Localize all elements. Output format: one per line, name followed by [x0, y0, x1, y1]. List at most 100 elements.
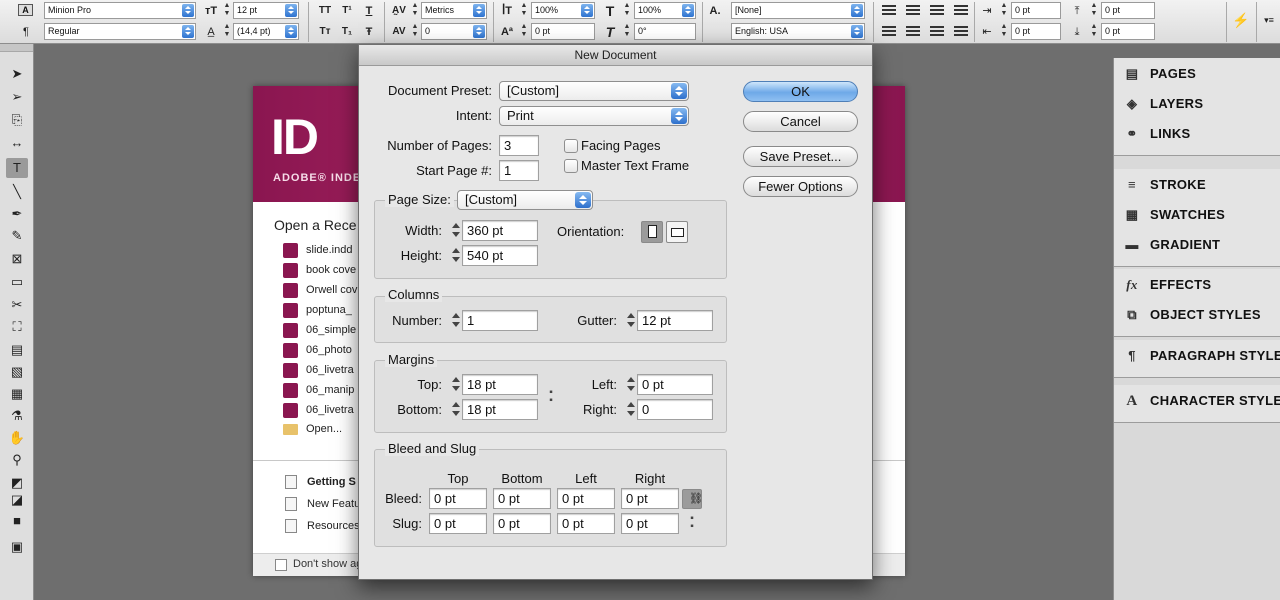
page-tool-icon[interactable]: ⎘ — [6, 110, 28, 130]
gutter-field[interactable]: 12 pt — [637, 310, 713, 331]
pen-tool-icon[interactable]: ✒ — [6, 204, 28, 224]
scissors-tool-icon[interactable]: ✂ — [6, 295, 28, 315]
superscript-icon[interactable]: T¹ — [338, 2, 356, 20]
margin-bottom-stepper[interactable] — [450, 399, 462, 420]
hand-tool-icon[interactable]: ✋ — [6, 428, 28, 448]
width-stepper[interactable] — [450, 220, 462, 241]
space-after-stepper[interactable]: ▲ ▼ — [1089, 23, 1099, 40]
panel-gradient[interactable]: ▬ GRADIENT — [1120, 234, 1275, 256]
slug-top-field[interactable]: 0 pt — [429, 513, 487, 534]
gradient-feather-tool-icon[interactable]: ▧ — [6, 362, 28, 382]
facing-pages-checkbox[interactable] — [564, 139, 578, 153]
type-tool-icon[interactable]: T — [6, 158, 28, 178]
document-preset-select[interactable]: [Custom] — [499, 81, 689, 101]
rectangle-tool-icon[interactable]: ▭ — [6, 272, 28, 292]
space-before-field[interactable]: 0 pt — [1101, 2, 1155, 19]
tools-panel-grip[interactable] — [0, 44, 33, 52]
note-tool-icon[interactable]: ▦ — [6, 384, 28, 404]
font-style-field[interactable]: Regular — [44, 23, 196, 40]
skew-field[interactable]: 0° — [634, 23, 696, 40]
margin-bottom-field[interactable]: 18 pt — [462, 399, 538, 420]
panel-effects[interactable]: fx EFFECTS — [1120, 274, 1275, 296]
font-size-field[interactable]: 12 pt — [233, 2, 299, 19]
align-center-icon[interactable] — [906, 5, 920, 17]
space-after-field[interactable]: 0 pt — [1101, 23, 1155, 40]
subscript-icon[interactable]: T₁ — [338, 23, 356, 41]
horizontal-scale-stepper[interactable]: ▲ ▼ — [622, 2, 632, 19]
panel-paragraph-styles[interactable]: ¶ PARAGRAPH STYLES — [1120, 345, 1280, 367]
lightning-icon[interactable]: ⚡ — [1232, 11, 1250, 29]
bleed-top-field[interactable]: 0 pt — [429, 488, 487, 509]
start-page-field[interactable]: 1 — [499, 160, 539, 181]
panel-pages[interactable]: ▤ PAGES — [1120, 63, 1275, 85]
recent-file-item[interactable]: poptuna_ — [283, 301, 352, 319]
open-link[interactable]: Open... — [283, 420, 342, 438]
font-family-field[interactable]: Minion Pro — [44, 2, 196, 19]
recent-file-item[interactable]: 06_livetra — [283, 401, 354, 419]
align-left-icon[interactable] — [882, 5, 896, 17]
slug-bottom-field[interactable]: 0 pt — [493, 513, 551, 534]
intent-select[interactable]: Print — [499, 106, 689, 126]
slug-left-field[interactable]: 0 pt — [557, 513, 615, 534]
rectangle-frame-tool-icon[interactable]: ⊠ — [6, 249, 28, 269]
margin-right-stepper[interactable] — [625, 399, 637, 420]
baseline-shift-field[interactable]: 0 pt — [531, 23, 595, 40]
direct-selection-tool-icon[interactable]: ➢ — [6, 87, 28, 107]
tracking-field[interactable]: 0 — [421, 23, 487, 40]
margin-left-stepper[interactable] — [625, 374, 637, 395]
paragraph-mode-icon[interactable]: ¶ — [17, 23, 35, 41]
leading-field[interactable]: (14,4 pt) — [233, 23, 299, 40]
bleed-left-field[interactable]: 0 pt — [557, 488, 615, 509]
width-field[interactable]: 360 pt — [462, 220, 538, 241]
margin-top-field[interactable]: 18 pt — [462, 374, 538, 395]
fewer-options-button[interactable]: Fewer Options — [743, 176, 858, 197]
gutter-stepper[interactable] — [625, 310, 637, 331]
kerning-field[interactable]: Metrics — [421, 2, 487, 19]
panel-menu-icon[interactable]: ▾≡ — [1260, 11, 1278, 29]
panel-links[interactable]: ⚭ LINKS — [1120, 123, 1275, 145]
space-before-stepper[interactable]: ▲ ▼ — [1089, 2, 1099, 19]
recent-file-item[interactable]: 06_simple — [283, 321, 356, 339]
free-transform-tool-icon[interactable]: ⛶ — [6, 317, 28, 337]
dont-show-checkbox[interactable] — [275, 559, 287, 571]
recent-file-item[interactable]: 06_photo — [283, 341, 352, 359]
kerning-stepper[interactable]: ▲ ▼ — [410, 2, 420, 19]
page-size-select[interactable]: [Custom] — [457, 190, 593, 210]
cancel-button[interactable]: Cancel — [743, 111, 858, 132]
left-indent-stepper[interactable]: ▲ ▼ — [999, 2, 1009, 19]
recent-file-item[interactable]: book cove — [283, 261, 356, 279]
bleed-bottom-field[interactable]: 0 pt — [493, 488, 551, 509]
save-preset-button[interactable]: Save Preset... — [743, 146, 858, 167]
bleed-chain-icon[interactable]: ⛓ — [682, 489, 703, 509]
character-style-field[interactable]: [None] — [731, 2, 865, 19]
gap-tool-icon[interactable]: ↔ — [6, 133, 28, 153]
strikethrough-icon[interactable]: Ŧ — [360, 23, 378, 41]
all-caps-icon[interactable]: TT — [316, 2, 334, 20]
columns-number-stepper[interactable] — [450, 310, 462, 331]
columns-number-field[interactable]: 1 — [462, 310, 538, 331]
left-indent-field[interactable]: 0 pt — [1011, 2, 1061, 19]
margin-top-stepper[interactable] — [450, 374, 462, 395]
underline-icon[interactable]: T — [360, 2, 378, 20]
welcome-link[interactable]: Getting S — [285, 473, 356, 491]
justify-right-icon[interactable] — [930, 26, 944, 38]
landscape-orientation-icon[interactable] — [666, 221, 688, 243]
justify-all-icon[interactable] — [954, 26, 968, 38]
justify-left-icon[interactable] — [882, 26, 896, 38]
justify-center-icon[interactable] — [906, 26, 920, 38]
horizontal-scale-field[interactable]: 100% — [634, 2, 696, 19]
default-colors-icon[interactable]: ◪ — [6, 490, 28, 510]
language-field[interactable]: English: USA — [731, 23, 865, 40]
gradient-tool-icon[interactable]: ▤ — [6, 340, 28, 360]
margin-left-field[interactable]: 0 pt — [637, 374, 713, 395]
master-text-frame-checkbox[interactable] — [564, 159, 578, 173]
pencil-tool-icon[interactable]: ✎ — [6, 226, 28, 246]
character-mode-icon[interactable]: A — [18, 4, 33, 16]
skew-stepper[interactable]: ▲ ▼ — [622, 23, 632, 40]
height-field[interactable]: 540 pt — [462, 245, 538, 266]
zoom-tool-icon[interactable]: ⚲ — [6, 450, 28, 470]
ok-button[interactable]: OK — [743, 81, 858, 102]
align-towards-spine-icon[interactable] — [954, 5, 968, 17]
panel-layers[interactable]: ◈ LAYERS — [1120, 93, 1275, 115]
recent-file-item[interactable]: slide.indd — [283, 241, 352, 259]
